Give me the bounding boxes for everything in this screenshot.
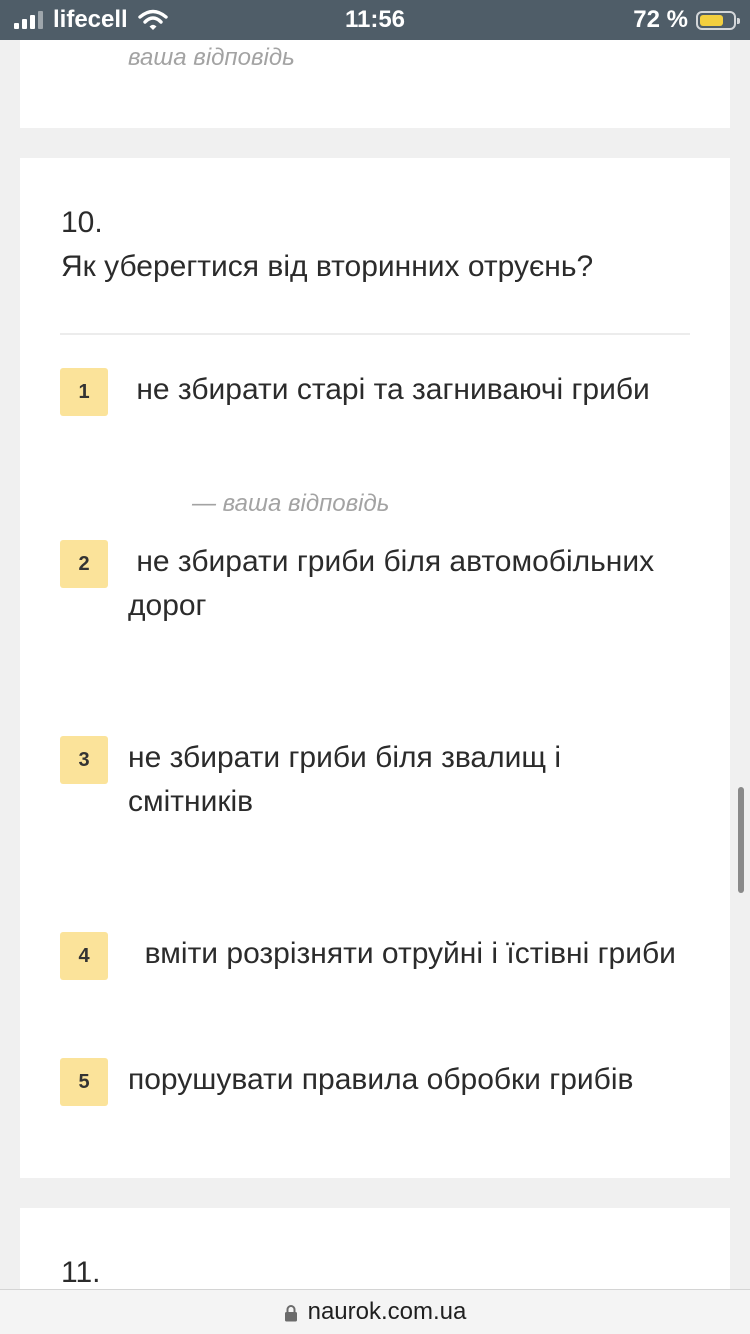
question-card: 10. Як уберегтися від вторинних отруєнь?… — [20, 158, 730, 1178]
battery-percent: 72 % — [633, 6, 688, 33]
question-text: Як уберегтися від вторинних отруєнь? — [61, 250, 594, 283]
option-text: не збирати старі та загниваючі гриби — [128, 373, 650, 406]
option-number-badge: 3 — [60, 736, 108, 784]
option-number-badge: 4 — [60, 932, 108, 980]
scroll-indicator[interactable] — [738, 787, 744, 893]
status-bar: lifecell 11:56 72 % — [0, 0, 750, 40]
divider — [60, 333, 690, 335]
previous-question-card: ваша відповідь — [20, 40, 730, 128]
option-text: не збирати гриби біля автомобільних доро… — [128, 545, 663, 622]
status-right: 72 % — [633, 0, 740, 40]
your-answer-note: — ваша відповідь — [192, 490, 390, 517]
option-number-badge: 2 — [60, 540, 108, 588]
address-bar[interactable]: naurok.com.ua — [0, 1289, 750, 1334]
option-text: не збирати гриби біля звалищ і смітників — [128, 741, 570, 818]
battery-icon — [696, 10, 740, 30]
url-domain[interactable]: naurok.com.ua — [308, 1298, 467, 1326]
option-text: вміти розрізняти отруйні і їстівні гриби — [128, 937, 676, 970]
option-number-badge: 5 — [60, 1058, 108, 1106]
battery-level — [700, 14, 724, 26]
lock-icon — [284, 1305, 297, 1322]
option-number-badge: 1 — [60, 368, 108, 416]
option-text: порушувати правила обробки грибів — [128, 1063, 634, 1096]
question-number: 11. — [61, 1256, 101, 1289]
question-number: 10. — [61, 206, 103, 239]
your-answer-label: ваша відповідь — [128, 44, 295, 71]
